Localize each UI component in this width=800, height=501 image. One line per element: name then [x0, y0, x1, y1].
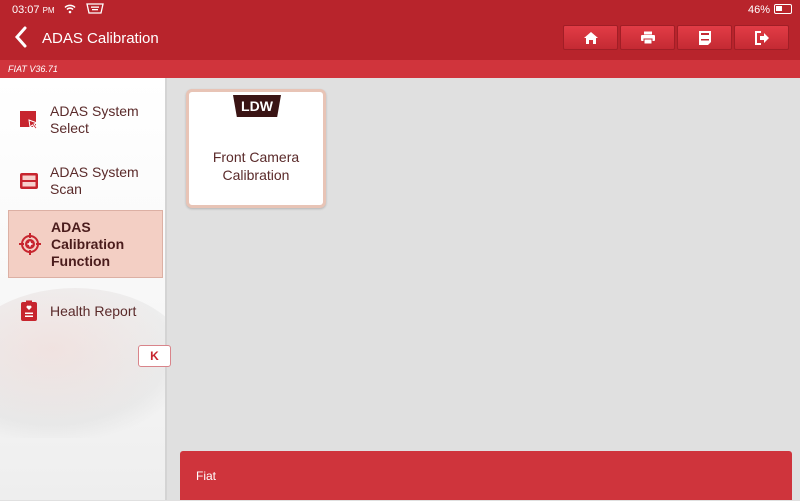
top-bar: 03:07 PM 46% ADAS Calibration: [0, 0, 800, 60]
sidebar-item-label: Health Report: [50, 302, 137, 319]
cursor-select-icon: [18, 109, 40, 131]
vehicle-label: Fiat: [196, 469, 217, 483]
ampm-text: PM: [42, 6, 55, 15]
status-time: 03:07 PM: [12, 4, 55, 16]
home-icon: [583, 31, 598, 44]
sidebar-item-adas-calibration-function[interactable]: ADAS Calibration Function: [8, 210, 163, 278]
exit-icon: [754, 30, 769, 45]
print-icon: [640, 31, 655, 44]
sidebar-item-adas-system-scan[interactable]: ADAS System Scan: [8, 149, 163, 213]
sidebar-item-label: ADAS System Scan: [50, 164, 139, 197]
clipboard-health-icon: [18, 300, 40, 322]
time-text: 03:07: [12, 4, 40, 16]
battery-percent: 46%: [747, 4, 770, 16]
battery-icon: [774, 4, 792, 14]
card-title: Front Camera Calibration: [212, 149, 300, 183]
vehicle-footer-bar: Fiat: [180, 451, 792, 500]
version-bar: FIAT V36.71: [0, 60, 800, 78]
sidebar-item-label: ADAS System Select: [50, 103, 139, 136]
collapse-icon: K: [150, 349, 159, 363]
sidebar-item-health-report[interactable]: Health Report: [8, 278, 163, 344]
toolbar: [563, 25, 789, 50]
adas-report-icon: [698, 30, 711, 45]
sidebar-item-adas-system-select[interactable]: ADAS System Select: [8, 88, 163, 152]
vci-connector-icon: [86, 3, 104, 14]
collapse-sidebar-button[interactable]: K: [138, 345, 171, 367]
target-icon: [19, 233, 41, 255]
scan-icon: [18, 170, 40, 192]
ldw-badge: LDW: [233, 95, 281, 117]
home-button[interactable]: [563, 25, 618, 50]
adas-report-button[interactable]: [677, 25, 732, 50]
sidebar: ADAS System Select ADAS System Scan ADAS…: [0, 78, 167, 500]
print-button[interactable]: [620, 25, 675, 50]
back-button[interactable]: [12, 25, 30, 49]
function-card-front-camera-calibration[interactable]: LDW Front Camera Calibration: [186, 89, 326, 208]
page-title: ADAS Calibration: [42, 30, 159, 47]
wifi-icon: [64, 4, 76, 14]
exit-button[interactable]: [734, 25, 789, 50]
sidebar-item-label: ADAS Calibration Function: [51, 218, 125, 269]
